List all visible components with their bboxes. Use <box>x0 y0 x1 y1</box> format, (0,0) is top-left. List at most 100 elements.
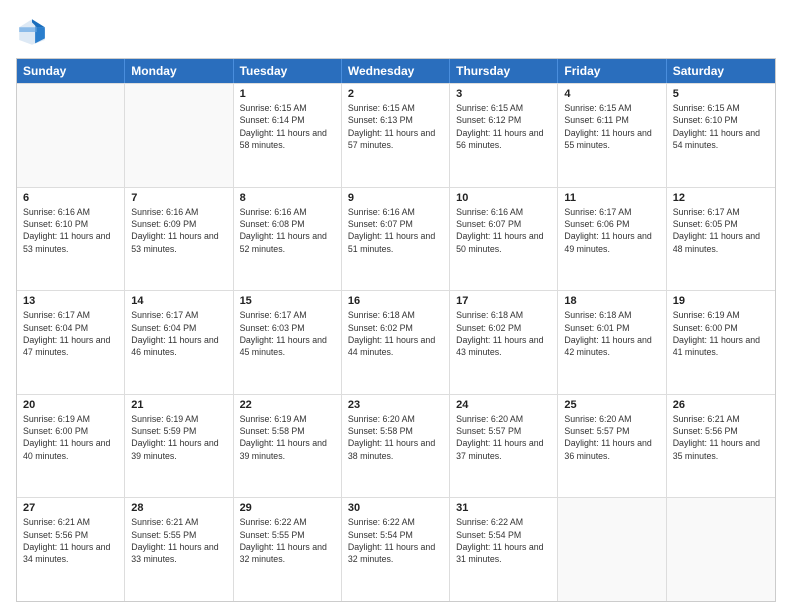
day-number: 3 <box>456 88 551 100</box>
calendar-cell: 27 Sunrise: 6:21 AM Sunset: 5:56 PM Dayli… <box>17 498 125 601</box>
day-number: 8 <box>240 192 335 204</box>
day-number: 12 <box>673 192 769 204</box>
calendar-row: 27 Sunrise: 6:21 AM Sunset: 5:56 PM Dayli… <box>17 497 775 601</box>
calendar-cell: 2 Sunrise: 6:15 AM Sunset: 6:13 PM Daylig… <box>342 84 450 187</box>
day-info: Sunrise: 6:22 AM Sunset: 5:54 PM Dayligh… <box>456 516 551 565</box>
day-info: Sunrise: 6:16 AM Sunset: 6:09 PM Dayligh… <box>131 206 226 255</box>
day-info: Sunrise: 6:18 AM Sunset: 6:01 PM Dayligh… <box>564 309 659 358</box>
calendar-cell: 10 Sunrise: 6:16 AM Sunset: 6:07 PM Dayli… <box>450 188 558 291</box>
calendar-cell: 3 Sunrise: 6:15 AM Sunset: 6:12 PM Daylig… <box>450 84 558 187</box>
weekday-header: Sunday <box>17 59 125 83</box>
day-number: 6 <box>23 192 118 204</box>
calendar-cell: 5 Sunrise: 6:15 AM Sunset: 6:10 PM Daylig… <box>667 84 775 187</box>
calendar-row: 13 Sunrise: 6:17 AM Sunset: 6:04 PM Dayli… <box>17 290 775 394</box>
calendar-cell: 29Sunrise: 6:22 AM Sunset: 5:55 PM Dayli… <box>234 498 342 601</box>
calendar-header: SundayMondayTuesdayWednesdayThursdayFrid… <box>17 59 775 83</box>
day-number: 1 <box>240 88 335 100</box>
day-info: Sunrise: 6:17 AM Sunset: 6:04 PM Dayligh… <box>23 309 118 358</box>
day-number: 13 <box>23 295 118 307</box>
day-number: 21 <box>131 399 226 411</box>
day-number: 20 <box>23 399 118 411</box>
weekday-header: Tuesday <box>234 59 342 83</box>
day-info: Sunrise: 6:21 AM Sunset: 5:56 PM Dayligh… <box>673 413 769 462</box>
day-info: Sunrise: 6:16 AM Sunset: 6:07 PM Dayligh… <box>456 206 551 255</box>
calendar-cell <box>667 498 775 601</box>
calendar-row: 6 Sunrise: 6:16 AM Sunset: 6:10 PM Daylig… <box>17 187 775 291</box>
day-info: Sunrise: 6:19 AM Sunset: 5:59 PM Dayligh… <box>131 413 226 462</box>
day-number: 26 <box>673 399 769 411</box>
calendar-row: 1Sunrise: 6:15 AM Sunset: 6:14 PM Daylig… <box>17 83 775 187</box>
day-number: 7 <box>131 192 226 204</box>
calendar-cell: 19Sunrise: 6:19 AM Sunset: 6:00 PM Dayli… <box>667 291 775 394</box>
calendar-cell: 31 Sunrise: 6:22 AM Sunset: 5:54 PM Dayli… <box>450 498 558 601</box>
calendar-cell: 6 Sunrise: 6:16 AM Sunset: 6:10 PM Daylig… <box>17 188 125 291</box>
day-number: 5 <box>673 88 769 100</box>
day-number: 4 <box>564 88 659 100</box>
calendar-cell: 13 Sunrise: 6:17 AM Sunset: 6:04 PM Dayli… <box>17 291 125 394</box>
weekday-header: Saturday <box>667 59 775 83</box>
calendar-cell: 9 Sunrise: 6:16 AM Sunset: 6:07 PM Daylig… <box>342 188 450 291</box>
day-number: 30 <box>348 502 443 514</box>
calendar-cell: 17Sunrise: 6:18 AM Sunset: 6:02 PM Dayli… <box>450 291 558 394</box>
calendar-body: 1Sunrise: 6:15 AM Sunset: 6:14 PM Daylig… <box>17 83 775 601</box>
day-info: Sunrise: 6:17 AM Sunset: 6:03 PM Dayligh… <box>240 309 335 358</box>
day-number: 31 <box>456 502 551 514</box>
day-number: 2 <box>348 88 443 100</box>
weekday-header: Wednesday <box>342 59 450 83</box>
weekday-header: Thursday <box>450 59 558 83</box>
day-number: 29 <box>240 502 335 514</box>
day-number: 23 <box>348 399 443 411</box>
day-info: Sunrise: 6:22 AM Sunset: 5:54 PM Dayligh… <box>348 516 443 565</box>
day-info: Sunrise: 6:16 AM Sunset: 6:08 PM Dayligh… <box>240 206 335 255</box>
day-number: 27 <box>23 502 118 514</box>
calendar-cell: 22 Sunrise: 6:19 AM Sunset: 5:58 PM Dayli… <box>234 395 342 498</box>
day-number: 24 <box>456 399 551 411</box>
calendar-cell <box>558 498 666 601</box>
day-info: Sunrise: 6:18 AM Sunset: 6:02 PM Dayligh… <box>456 309 551 358</box>
day-info: Sunrise: 6:19 AM Sunset: 6:00 PM Dayligh… <box>23 413 118 462</box>
calendar: SundayMondayTuesdayWednesdayThursdayFrid… <box>16 58 776 602</box>
day-info: Sunrise: 6:15 AM Sunset: 6:12 PM Dayligh… <box>456 102 551 151</box>
day-info: Sunrise: 6:21 AM Sunset: 5:56 PM Dayligh… <box>23 516 118 565</box>
day-number: 15 <box>240 295 335 307</box>
day-info: Sunrise: 6:15 AM Sunset: 6:13 PM Dayligh… <box>348 102 443 151</box>
day-info: Sunrise: 6:19 AM Sunset: 5:58 PM Dayligh… <box>240 413 335 462</box>
main-container: SundayMondayTuesdayWednesdayThursdayFrid… <box>0 0 792 612</box>
day-info: Sunrise: 6:20 AM Sunset: 5:57 PM Dayligh… <box>564 413 659 462</box>
day-info: Sunrise: 6:16 AM Sunset: 6:07 PM Dayligh… <box>348 206 443 255</box>
calendar-row: 20 Sunrise: 6:19 AM Sunset: 6:00 PM Dayli… <box>17 394 775 498</box>
day-number: 9 <box>348 192 443 204</box>
day-info: Sunrise: 6:17 AM Sunset: 6:05 PM Dayligh… <box>673 206 769 255</box>
day-number: 11 <box>564 192 659 204</box>
calendar-cell: 1Sunrise: 6:15 AM Sunset: 6:14 PM Daylig… <box>234 84 342 187</box>
calendar-cell: 15 Sunrise: 6:17 AM Sunset: 6:03 PM Dayli… <box>234 291 342 394</box>
calendar-cell: 25 Sunrise: 6:20 AM Sunset: 5:57 PM Dayli… <box>558 395 666 498</box>
day-info: Sunrise: 6:18 AM Sunset: 6:02 PM Dayligh… <box>348 309 443 358</box>
weekday-header: Friday <box>558 59 666 83</box>
calendar-cell: 7 Sunrise: 6:16 AM Sunset: 6:09 PM Daylig… <box>125 188 233 291</box>
day-number: 25 <box>564 399 659 411</box>
logo <box>16 16 52 48</box>
calendar-cell: 26 Sunrise: 6:21 AM Sunset: 5:56 PM Dayli… <box>667 395 775 498</box>
calendar-cell <box>17 84 125 187</box>
day-info: Sunrise: 6:15 AM Sunset: 6:10 PM Dayligh… <box>673 102 769 151</box>
calendar-cell <box>125 84 233 187</box>
calendar-cell: 11Sunrise: 6:17 AM Sunset: 6:06 PM Dayli… <box>558 188 666 291</box>
day-info: Sunrise: 6:20 AM Sunset: 5:58 PM Dayligh… <box>348 413 443 462</box>
day-number: 10 <box>456 192 551 204</box>
calendar-cell: 24Sunrise: 6:20 AM Sunset: 5:57 PM Dayli… <box>450 395 558 498</box>
day-number: 14 <box>131 295 226 307</box>
day-number: 22 <box>240 399 335 411</box>
day-info: Sunrise: 6:19 AM Sunset: 6:00 PM Dayligh… <box>673 309 769 358</box>
day-info: Sunrise: 6:16 AM Sunset: 6:10 PM Dayligh… <box>23 206 118 255</box>
calendar-cell: 4 Sunrise: 6:15 AM Sunset: 6:11 PM Daylig… <box>558 84 666 187</box>
weekday-header: Monday <box>125 59 233 83</box>
day-info: Sunrise: 6:15 AM Sunset: 6:11 PM Dayligh… <box>564 102 659 151</box>
calendar-cell: 30 Sunrise: 6:22 AM Sunset: 5:54 PM Dayli… <box>342 498 450 601</box>
calendar-cell: 20 Sunrise: 6:19 AM Sunset: 6:00 PM Dayli… <box>17 395 125 498</box>
calendar-cell: 28Sunrise: 6:21 AM Sunset: 5:55 PM Dayli… <box>125 498 233 601</box>
calendar-cell: 16Sunrise: 6:18 AM Sunset: 6:02 PM Dayli… <box>342 291 450 394</box>
logo-icon <box>16 16 48 48</box>
day-info: Sunrise: 6:17 AM Sunset: 6:04 PM Dayligh… <box>131 309 226 358</box>
calendar-cell: 12 Sunrise: 6:17 AM Sunset: 6:05 PM Dayli… <box>667 188 775 291</box>
